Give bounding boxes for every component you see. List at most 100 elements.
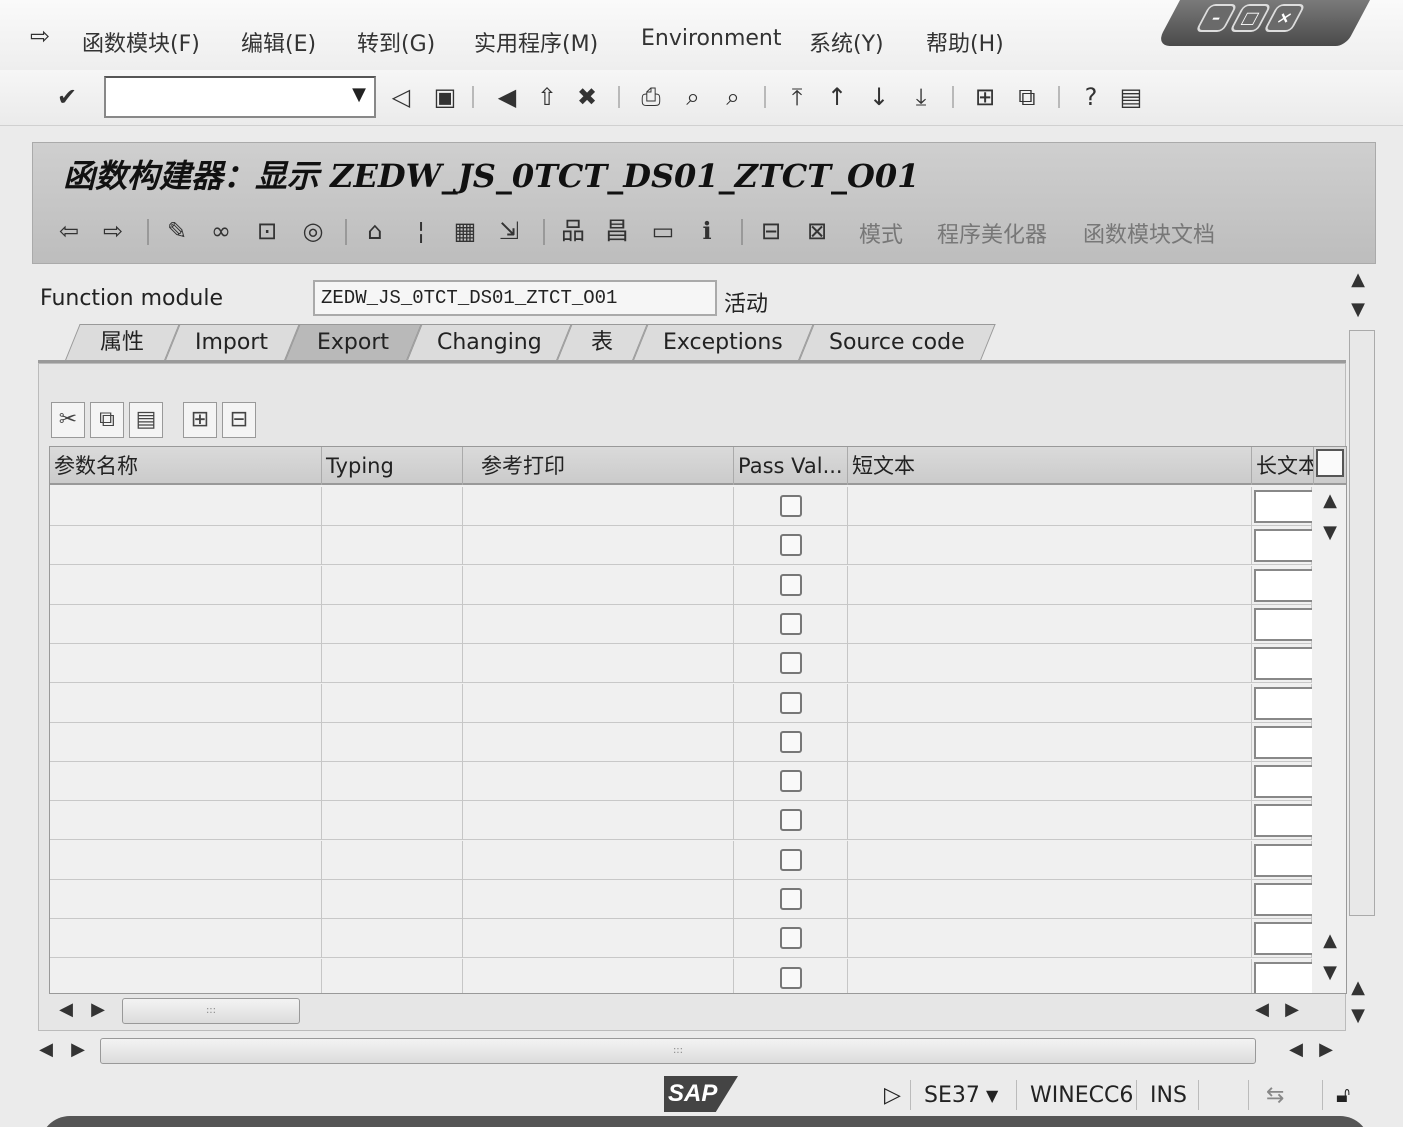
table-cell[interactable] (463, 919, 734, 959)
exit-icon[interactable]: ⇧ (532, 82, 562, 112)
command-field[interactable]: ▼ (104, 76, 376, 118)
save-icon[interactable]: ▣ (430, 82, 460, 112)
pass-value-checkbox[interactable] (780, 848, 802, 871)
tab-changing[interactable]: Changing (406, 324, 572, 362)
column-header-typing[interactable]: Typing (322, 447, 463, 485)
table-cell[interactable] (463, 487, 734, 526)
table-cell[interactable] (734, 604, 848, 644)
table-cell[interactable] (734, 644, 848, 684)
navigation-icon[interactable]: ⇲ (493, 215, 525, 247)
tab-exceptions[interactable]: Exceptions (632, 324, 814, 362)
test-icon[interactable]: ¦ (405, 215, 437, 247)
table-cell[interactable] (1252, 487, 1312, 526)
tab-source-code[interactable]: Source code (798, 324, 996, 362)
create-session-icon[interactable]: ⊞ (970, 82, 1000, 112)
table-cell[interactable] (50, 958, 322, 993)
long-text-button[interactable] (1254, 883, 1312, 916)
table-cell[interactable] (322, 565, 463, 605)
insert-statement-icon[interactable]: ⊟ (755, 215, 787, 247)
table-cell[interactable] (734, 565, 848, 605)
table-cell[interactable] (1252, 683, 1312, 723)
active-inactive-icon[interactable]: ∞ (205, 215, 237, 247)
table-cell[interactable] (322, 880, 463, 919)
hierarchy-icon[interactable]: 品 (557, 215, 589, 247)
scroll-down-icon[interactable]: ▼ (1346, 1004, 1370, 1028)
tab-export[interactable]: Export (284, 324, 422, 362)
next-page-icon[interactable]: ↓ (864, 82, 894, 112)
pass-value-checkbox[interactable] (780, 888, 802, 910)
back-arrow-icon[interactable]: ⇦ (53, 215, 85, 247)
table-cell[interactable] (1252, 526, 1312, 566)
first-page-icon[interactable]: ⤒ (782, 82, 812, 112)
table-cell[interactable] (50, 880, 322, 919)
outer-horizontal-scroll-thumb[interactable]: ::: (100, 1038, 1256, 1064)
table-cell[interactable] (463, 604, 734, 644)
table-cell[interactable] (322, 840, 463, 880)
long-text-button[interactable] (1254, 568, 1312, 602)
scroll-up-icon[interactable]: ▲ (1346, 268, 1370, 292)
table-cell[interactable] (463, 722, 734, 762)
enter-check-icon[interactable]: ✔ (52, 82, 82, 112)
menu-goto[interactable]: 转到(G) (357, 26, 435, 58)
menu-environment[interactable]: Environment (641, 26, 781, 51)
table-cell[interactable] (50, 644, 322, 684)
function-module-doc-button[interactable]: 函数模块文档 (1083, 217, 1215, 249)
table-cell[interactable] (463, 762, 734, 802)
object-list-icon[interactable]: ▦ (449, 215, 481, 247)
display-change-icon[interactable]: ✎ (161, 215, 193, 247)
table-cell[interactable] (848, 919, 1252, 959)
table-cell[interactable] (322, 919, 463, 959)
scroll-down-icon[interactable]: ▼ (1318, 961, 1342, 985)
column-settings-icon[interactable] (1316, 449, 1344, 477)
table-cell[interactable] (322, 958, 463, 993)
pretty-printer-button[interactable]: 程序美化器 (937, 217, 1047, 249)
command-input[interactable] (106, 78, 336, 114)
outer-vertical-scrollbar[interactable] (1349, 330, 1375, 916)
table-cell[interactable] (734, 880, 848, 919)
delete-row-icon[interactable]: ⊟ (222, 402, 256, 438)
menu-system[interactable]: 系统(Y) (809, 26, 884, 58)
long-text-button[interactable] (1254, 529, 1312, 563)
table-cell[interactable] (734, 801, 848, 841)
table-cell[interactable] (463, 683, 734, 723)
scroll-up-icon[interactable]: ▲ (1346, 976, 1370, 1000)
back-icon[interactable]: ◀ (492, 82, 522, 112)
find-next-icon[interactable]: ⌕ (718, 82, 748, 112)
scroll-right-icon[interactable]: ▶ (1314, 1038, 1338, 1062)
table-cell[interactable] (50, 487, 322, 526)
table-cell[interactable] (50, 683, 322, 723)
table-cell[interactable] (734, 919, 848, 959)
table-cell[interactable] (50, 526, 322, 566)
menu-edit[interactable]: 编辑(E) (241, 26, 316, 58)
table-cell[interactable] (463, 958, 734, 993)
scroll-down-icon[interactable]: ▼ (1346, 298, 1370, 322)
table-cell[interactable] (848, 801, 1252, 841)
menu-exit-icon[interactable]: ⇨ (30, 22, 50, 50)
table-cell[interactable] (50, 840, 322, 880)
table-cell[interactable] (50, 762, 322, 802)
info-icon[interactable]: ℹ (691, 215, 723, 247)
pass-value-checkbox[interactable] (780, 966, 802, 989)
pattern-icon[interactable]: ⊠ (801, 215, 833, 247)
long-text-button[interactable] (1254, 725, 1312, 759)
table-cell[interactable] (463, 801, 734, 841)
tab-import[interactable]: Import (164, 324, 300, 362)
forward-arrow-icon[interactable]: ⇨ (97, 215, 129, 247)
pass-value-checkbox[interactable] (780, 534, 802, 557)
table-cell[interactable] (1252, 722, 1312, 762)
paste-icon[interactable]: ▤ (129, 402, 163, 438)
layout-menu-icon[interactable]: ▤ (1116, 82, 1146, 112)
pass-value-checkbox[interactable] (780, 809, 802, 832)
print-icon[interactable]: ⎙ (636, 82, 666, 112)
column-header-pass-value[interactable]: Pass Val... (734, 447, 848, 485)
table-cell[interactable] (734, 840, 848, 880)
table-cell[interactable] (322, 604, 463, 644)
status-toggle-icon[interactable]: ▷ (884, 1083, 901, 1108)
long-text-button[interactable] (1254, 647, 1312, 681)
table-cell[interactable] (322, 683, 463, 723)
chevron-down-icon[interactable]: ▼ (986, 1086, 998, 1105)
check-icon[interactable]: ⊡ (251, 215, 283, 247)
table-cell[interactable] (734, 762, 848, 802)
scroll-up-icon[interactable]: ▲ (1318, 929, 1342, 953)
long-text-button[interactable] (1254, 490, 1312, 523)
